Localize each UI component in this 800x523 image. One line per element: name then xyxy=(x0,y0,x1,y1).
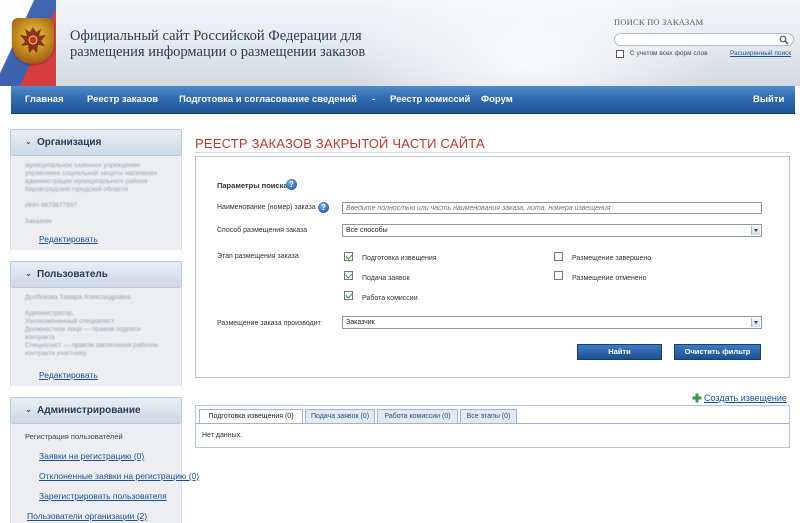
user-info-line: Долбокова Тамара Александровна xyxy=(25,294,131,301)
stage-checkbox-completed[interactable] xyxy=(554,252,563,261)
emblem-icon xyxy=(12,18,54,64)
user-panel-body: Долбокова Тамара Александровна Администр… xyxy=(10,288,182,386)
organization-info-line: управление социальной защиты населения xyxy=(25,170,158,177)
stage-label: Этап размещения заказа xyxy=(217,253,299,260)
placer-value: Заказчик xyxy=(346,319,375,326)
search-params-panel: Параметры поиска ? Наименование (номер) … xyxy=(195,156,790,378)
organization-inn: ИНН 6670877897 xyxy=(25,202,78,209)
search-icon[interactable] xyxy=(779,35,789,45)
user-info-line: Уполномоченный специалист xyxy=(25,318,115,325)
user-info-line: Администратор, xyxy=(25,310,74,317)
organization-edit-link[interactable]: Редактировать xyxy=(39,234,98,244)
clear-filter-button[interactable]: Очистить фильтр xyxy=(674,344,761,360)
nav-preparation[interactable]: Подготовка и согласование сведений xyxy=(179,94,357,105)
chevron-down-icon[interactable] xyxy=(751,226,760,235)
nav-forum[interactable]: Форум xyxy=(481,94,513,105)
user-info-line: Специалист — правом заключения рабочих xyxy=(25,342,158,349)
user-panel-header[interactable]: ⌄ Пользователь xyxy=(10,261,182,288)
stage-label-completed: Размещение завершено xyxy=(572,255,652,262)
chevron-down-icon: ⌄ xyxy=(25,405,32,414)
order-name-label: Наименование (номер) заказа xyxy=(217,204,316,211)
stage-checkbox-cancelled[interactable] xyxy=(554,271,563,280)
nav-orders-registry[interactable]: Реестр заказов xyxy=(87,94,158,105)
rejected-requests-link[interactable]: Отклоненные заявки на регистрацию (0) xyxy=(39,471,199,481)
main-nav: Главная Реестр заказов Подготовка и согл… xyxy=(11,86,795,114)
tab-applications[interactable]: Подача заявок (0) xyxy=(305,409,375,423)
admin-panel-header[interactable]: ⌄ Администрирование xyxy=(10,397,182,424)
admin-panel-body: Регистрация пользователей Заявки на реги… xyxy=(10,424,199,523)
find-button[interactable]: Найти xyxy=(577,344,662,360)
title-divider xyxy=(195,152,790,153)
chevron-down-icon[interactable] xyxy=(751,318,760,327)
nav-logout[interactable]: Выйти xyxy=(753,94,784,105)
tab-preparation[interactable]: Подготовка извещения (0) xyxy=(199,409,303,424)
tab-all-stages[interactable]: Все этапы (0) xyxy=(460,409,517,423)
admin-panel-title: Администрирование xyxy=(37,405,141,416)
plus-icon[interactable] xyxy=(692,393,702,403)
search-box[interactable] xyxy=(614,33,794,46)
page-title: РЕЕСТР ЗАКАЗОВ ЗАКРЫТОЙ ЧАСТИ САЙТА xyxy=(195,136,485,151)
advanced-search-link[interactable]: Расширенный поиск xyxy=(730,50,791,57)
chevron-down-icon: ⌄ xyxy=(25,269,32,278)
user-panel-title: Пользователь xyxy=(37,269,108,280)
all-forms-checkbox[interactable] xyxy=(616,50,624,58)
placer-select[interactable]: Заказчик xyxy=(342,316,762,329)
registration-requests-link[interactable]: Заявки на регистрацию (0) xyxy=(39,451,144,461)
stages-tabs-box: Подготовка извещения (0) Подача заявок (… xyxy=(195,405,790,448)
nav-commissions-registry[interactable]: Реестр комиссий xyxy=(390,94,470,105)
placer-label: Размещение заказа производит xyxy=(217,320,321,327)
stage-label-commission: Работа комиссии xyxy=(362,295,418,302)
chevron-down-icon: ⌄ xyxy=(25,137,32,146)
organization-panel-title: Организация xyxy=(37,137,102,148)
stage-label-applications: Подача заявок xyxy=(362,275,410,282)
order-name-input[interactable] xyxy=(342,202,762,214)
organization-info-line: администрации муниципального района xyxy=(25,178,148,185)
no-data-text: Нет данных. xyxy=(202,432,243,439)
method-label: Способ размещения заказа xyxy=(217,227,308,234)
stage-checkbox-applications[interactable] xyxy=(344,271,353,280)
search-input[interactable] xyxy=(621,34,771,45)
stage-checkbox-commission[interactable] xyxy=(344,291,353,300)
stage-checkbox-preparation[interactable] xyxy=(344,252,353,261)
user-info-line: контракта xyxy=(25,334,55,341)
tab-commission[interactable]: Работа комиссии (0) xyxy=(377,409,458,423)
method-select[interactable]: Все способы xyxy=(342,224,762,237)
user-edit-link[interactable]: Редактировать xyxy=(39,370,98,380)
user-info-line: Должностное лицо — правом подписи xyxy=(25,326,141,333)
search-label: ПОИСК ПО ЗАКАЗАМ xyxy=(614,17,704,27)
method-value: Все способы xyxy=(346,227,388,234)
nav-separator: - xyxy=(372,94,376,105)
site-title: Официальный сайт Российской Федерации дл… xyxy=(70,28,366,60)
org-users-link[interactable]: Пользователи организации (2) xyxy=(27,511,147,521)
help-icon[interactable]: ? xyxy=(286,179,297,190)
organization-panel-body: муниципальное казенное учреждение управл… xyxy=(10,156,182,250)
organization-info-line: Кировградский городской области xyxy=(25,186,128,193)
user-info-line: контракта участнику xyxy=(25,350,87,357)
register-user-link[interactable]: Зарегистрировать пользователя xyxy=(39,491,167,501)
help-icon[interactable]: ? xyxy=(318,202,329,213)
site-header: Официальный сайт Российской Федерации дл… xyxy=(0,0,800,86)
stage-label-cancelled: Размещение отменено xyxy=(572,275,647,282)
params-title: Параметры поиска xyxy=(217,181,288,190)
all-forms-label: С учетом всех форм слов xyxy=(630,50,708,57)
admin-section-label: Регистрация пользователей xyxy=(25,432,123,441)
nav-home[interactable]: Главная xyxy=(25,94,64,105)
organization-panel-header[interactable]: ⌄ Организация xyxy=(10,129,182,156)
tabs-divider xyxy=(196,423,789,424)
create-notice-link[interactable]: Создать извещение xyxy=(704,393,787,403)
organization-info-line: муниципальное казенное учреждение xyxy=(25,162,140,169)
organization-role: Заказчик xyxy=(25,218,52,225)
stage-label-preparation: Подготовка извещения xyxy=(362,255,437,262)
